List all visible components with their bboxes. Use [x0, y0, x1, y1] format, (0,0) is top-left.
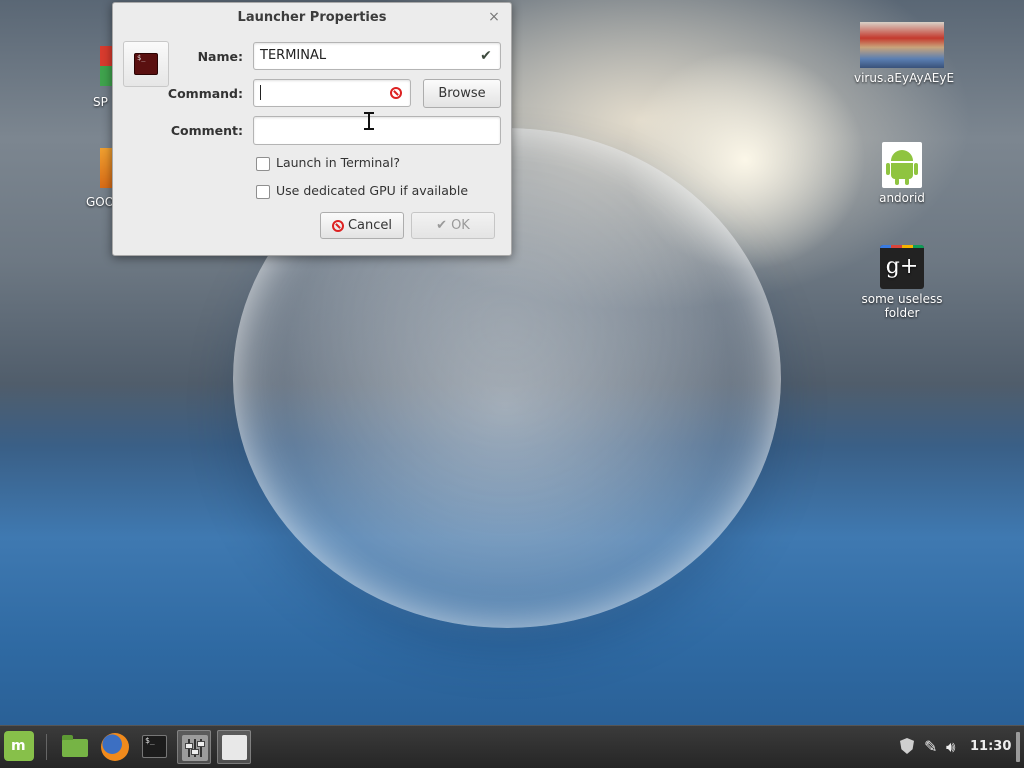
- error-icon: [390, 87, 402, 99]
- files-icon: [62, 735, 88, 757]
- command-label: Command:: [167, 86, 243, 101]
- desktop-icon-sp[interactable]: [100, 46, 112, 86]
- ok-button[interactable]: ✔ OK: [411, 212, 495, 239]
- text-cursor-ibeam-icon: [364, 112, 374, 130]
- launch-in-terminal-label: Launch in Terminal?: [276, 155, 401, 170]
- show-desktop-button[interactable]: [1016, 732, 1020, 762]
- files-launcher[interactable]: [58, 730, 92, 764]
- taskbar-separator: [46, 734, 47, 760]
- terminal-icon: $_: [142, 735, 167, 758]
- checkmark-icon: ✔: [436, 218, 448, 233]
- desktop-icon-goo[interactable]: [100, 148, 112, 188]
- clock[interactable]: 11:30: [970, 726, 1011, 768]
- desktop-icon-folder[interactable]: g+ some useless folder: [854, 245, 950, 320]
- desktop-icon-virus[interactable]: virus.aEyAyAEyE: [854, 22, 955, 85]
- network-tray[interactable]: ✎: [924, 726, 937, 768]
- command-field[interactable]: [253, 79, 411, 107]
- desktop-icon-goo-label: GOO: [86, 195, 115, 209]
- volume-tray[interactable]: 🔊︎: [946, 726, 955, 768]
- cancel-button-label: Cancel: [347, 218, 393, 233]
- volume-icon: 🔊︎: [946, 738, 956, 756]
- comment-field[interactable]: [253, 116, 501, 145]
- mixer-window-button[interactable]: [177, 730, 211, 764]
- desktop-icon-label: virus.aEyAyAEyE: [854, 71, 955, 85]
- launcher-properties-window-button[interactable]: [217, 730, 251, 764]
- firefox-launcher[interactable]: [98, 730, 132, 764]
- app-icon-red-green: [100, 46, 112, 86]
- launch-in-terminal-checkbox[interactable]: [256, 156, 270, 171]
- mixer-icon: [182, 735, 208, 761]
- dedicated-gpu-checkbox[interactable]: [256, 184, 270, 199]
- launcher-icon-button[interactable]: $_: [123, 41, 169, 87]
- taskbar: m $_ ✎ 🔊︎ 11:30: [0, 725, 1024, 768]
- app-icon-orange: [100, 148, 112, 188]
- cancel-button[interactable]: Cancel: [320, 212, 404, 239]
- name-label: Name:: [197, 49, 243, 64]
- name-field-value: TERMINAL: [260, 48, 327, 63]
- close-icon[interactable]: ×: [486, 9, 502, 25]
- launcher-properties-dialog: Launcher Properties × $_ Name: TERMINAL …: [112, 2, 512, 256]
- mint-menu-icon[interactable]: m: [4, 731, 34, 761]
- cancel-icon: [331, 219, 344, 232]
- desktop-icon-label: andorid: [879, 191, 925, 205]
- launch-in-terminal-row[interactable]: Launch in Terminal?: [256, 155, 400, 171]
- launcher-properties-icon: [222, 735, 247, 760]
- android-icon: [882, 142, 922, 188]
- dedicated-gpu-label: Use dedicated GPU if available: [276, 183, 469, 198]
- dialog-title: Launcher Properties: [237, 10, 387, 25]
- comment-label: Comment:: [170, 123, 243, 138]
- update-manager-tray[interactable]: [900, 738, 914, 756]
- network-icon: ✎: [924, 737, 938, 756]
- google-plus-icon: g+: [880, 245, 924, 289]
- shield-icon: [900, 738, 914, 754]
- browse-button[interactable]: Browse: [423, 79, 501, 108]
- ok-button-label: OK: [451, 218, 470, 233]
- firefox-icon: [101, 733, 129, 761]
- desktop-icon-label: some useless folder: [861, 292, 943, 320]
- desktop-icon-sp-label: SP: [93, 95, 108, 109]
- image-thumbnail-icon: [860, 22, 944, 68]
- text-cursor: [260, 85, 261, 100]
- dedicated-gpu-row[interactable]: Use dedicated GPU if available: [256, 183, 468, 199]
- checkmark-icon: ✔: [480, 48, 492, 64]
- name-field[interactable]: TERMINAL ✔: [253, 42, 501, 70]
- desktop-icon-android[interactable]: andorid: [854, 142, 950, 205]
- terminal-launcher[interactable]: $_: [138, 730, 172, 764]
